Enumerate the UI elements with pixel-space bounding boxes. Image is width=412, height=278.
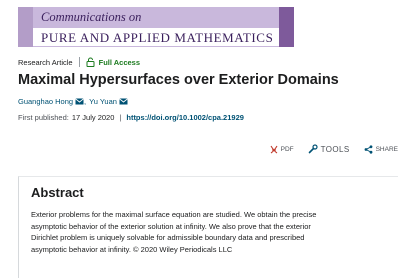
journal-name-line2: PURE AND APPLIED MATHEMATICS [41,30,274,45]
mail-icon[interactable] [119,98,128,105]
tools-label[interactable]: TOOLS [321,145,350,154]
article-type: Research Article [18,57,73,67]
abstract-line: Dirichlet problem is uniquely solvable f… [31,233,305,242]
pub-divider: | [119,113,122,122]
pdf-label[interactable]: PDF [281,146,294,153]
author-name[interactable]: Yu Yuan [89,97,117,106]
lock-open-icon [86,57,95,67]
meta-divider [78,57,80,67]
doi-link[interactable]: https://doi.org/10.1002/cpa.21929 [126,113,244,122]
abstract-line: asymptotic behavior of the exterior solu… [31,221,311,231]
pdf-button[interactable]: PDF [270,145,294,154]
wrench-icon[interactable] [308,144,318,154]
journal-name-line1: Communications on [41,10,142,24]
mail-icon[interactable] [75,98,84,105]
author-link[interactable]: Guanghao Hong [18,97,84,106]
banner-left-bar [18,7,33,47]
abstract-heading: Abstract [31,185,84,200]
author-separator: , [84,97,87,106]
share-icon[interactable] [364,144,373,154]
article-meta-row: Research Article Full Access [18,56,140,68]
pdf-icon[interactable] [270,145,278,154]
banner-right-bar [279,7,294,47]
article-title: Maximal Hypersurfaces over Exterior Doma… [18,72,339,88]
author-name[interactable]: Guanghao Hong [18,97,73,106]
published-label: First published: [18,113,69,122]
banner-top-band: Communications on [33,7,279,28]
access-badge: Full Access [86,57,140,67]
share-button[interactable]: SHARE [364,144,398,154]
tools-button[interactable]: TOOLS [308,144,350,154]
share-label[interactable]: SHARE [376,146,398,153]
publication-info: First published: 17 July 2020 | https://… [18,113,244,122]
article-toolbar: PDF TOOLS SHARE [256,144,398,154]
author-link[interactable]: Yu Yuan [89,97,128,106]
published-date: 17 July 2020 [71,113,115,122]
abstract-line: Exterior problems for the maximal surfac… [31,210,317,219]
journal-banner[interactable]: Communications on PURE AND APPLIED MATHE… [18,7,294,47]
abstract-line: asymptotic behavior at infinity. © 2020 … [31,244,233,254]
banner-bottom-band: PURE AND APPLIED MATHEMATICS [33,28,279,47]
abstract-section: Abstract Exterior problems for the maxim… [18,176,398,278]
access-label: Full Access [98,57,141,67]
abstract-body: Exterior problems for the maximal surfac… [31,209,397,255]
author-list: Guanghao Hong , Yu Yuan [18,97,128,106]
